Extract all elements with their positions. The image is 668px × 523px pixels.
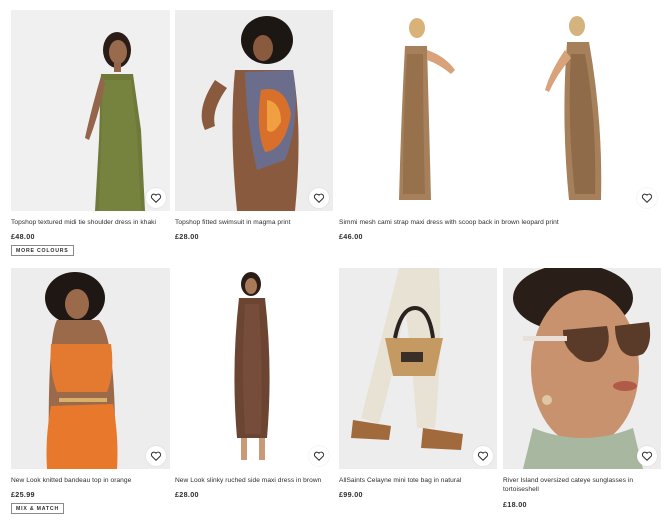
product-price: £48.00 <box>11 232 35 241</box>
product-photo-brown-maxi-dress <box>175 268 333 469</box>
product-price: £25.99 <box>11 490 35 499</box>
product-image[interactable] <box>175 268 333 469</box>
heart-icon <box>641 451 653 461</box>
save-for-later-button[interactable] <box>637 446 657 466</box>
product-title[interactable]: New Look slinky ruched side maxi dress i… <box>175 476 333 485</box>
heart-icon <box>313 451 325 461</box>
save-for-later-button[interactable] <box>309 188 329 208</box>
product-title[interactable]: Simmi mesh cami strap maxi dress with sc… <box>339 218 661 227</box>
product-price: £28.00 <box>175 232 199 241</box>
product-photo-magma-swimsuit <box>175 10 333 211</box>
save-for-later-button[interactable] <box>309 446 329 466</box>
heart-icon <box>150 451 162 461</box>
save-for-later-button[interactable] <box>146 446 166 466</box>
product-price: £99.00 <box>339 490 363 499</box>
product-price: £28.00 <box>175 490 199 499</box>
product-image[interactable] <box>503 268 661 469</box>
save-for-later-button[interactable] <box>637 188 657 208</box>
save-for-later-button[interactable] <box>146 188 166 208</box>
mix-and-match-tag[interactable]: MIX & MATCH <box>11 503 64 514</box>
product-image[interactable] <box>11 10 170 211</box>
product-image[interactable] <box>339 268 497 469</box>
heart-icon <box>150 193 162 203</box>
product-title[interactable]: Topshop textured midi tie shoulder dress… <box>11 218 170 227</box>
more-colours-tag[interactable]: MORE COLOURS <box>11 245 74 256</box>
heart-icon <box>313 193 325 203</box>
product-image[interactable] <box>175 10 333 211</box>
product-title[interactable]: Topshop fitted swimsuit in magma print <box>175 218 333 227</box>
save-for-later-button[interactable] <box>473 446 493 466</box>
product-photo-leopard-maxi-dress <box>339 10 661 211</box>
product-image[interactable] <box>339 10 661 211</box>
heart-icon <box>641 193 653 203</box>
product-photo-orange-bandeau <box>11 268 170 469</box>
product-photo-cateye-sunglasses <box>503 268 661 469</box>
product-title[interactable]: AllSaints Celayne mini tote bag in natur… <box>339 476 497 485</box>
product-price: £46.00 <box>339 232 363 241</box>
heart-icon <box>477 451 489 461</box>
product-photo-natural-tote-bag <box>339 268 497 469</box>
product-photo-khaki-dress <box>11 10 170 211</box>
product-title[interactable]: New Look knitted bandeau top in orange <box>11 476 170 485</box>
product-image[interactable] <box>11 268 170 469</box>
product-title[interactable]: River Island oversized cateye sunglasses… <box>503 476 653 494</box>
product-price: £18.00 <box>503 500 527 509</box>
